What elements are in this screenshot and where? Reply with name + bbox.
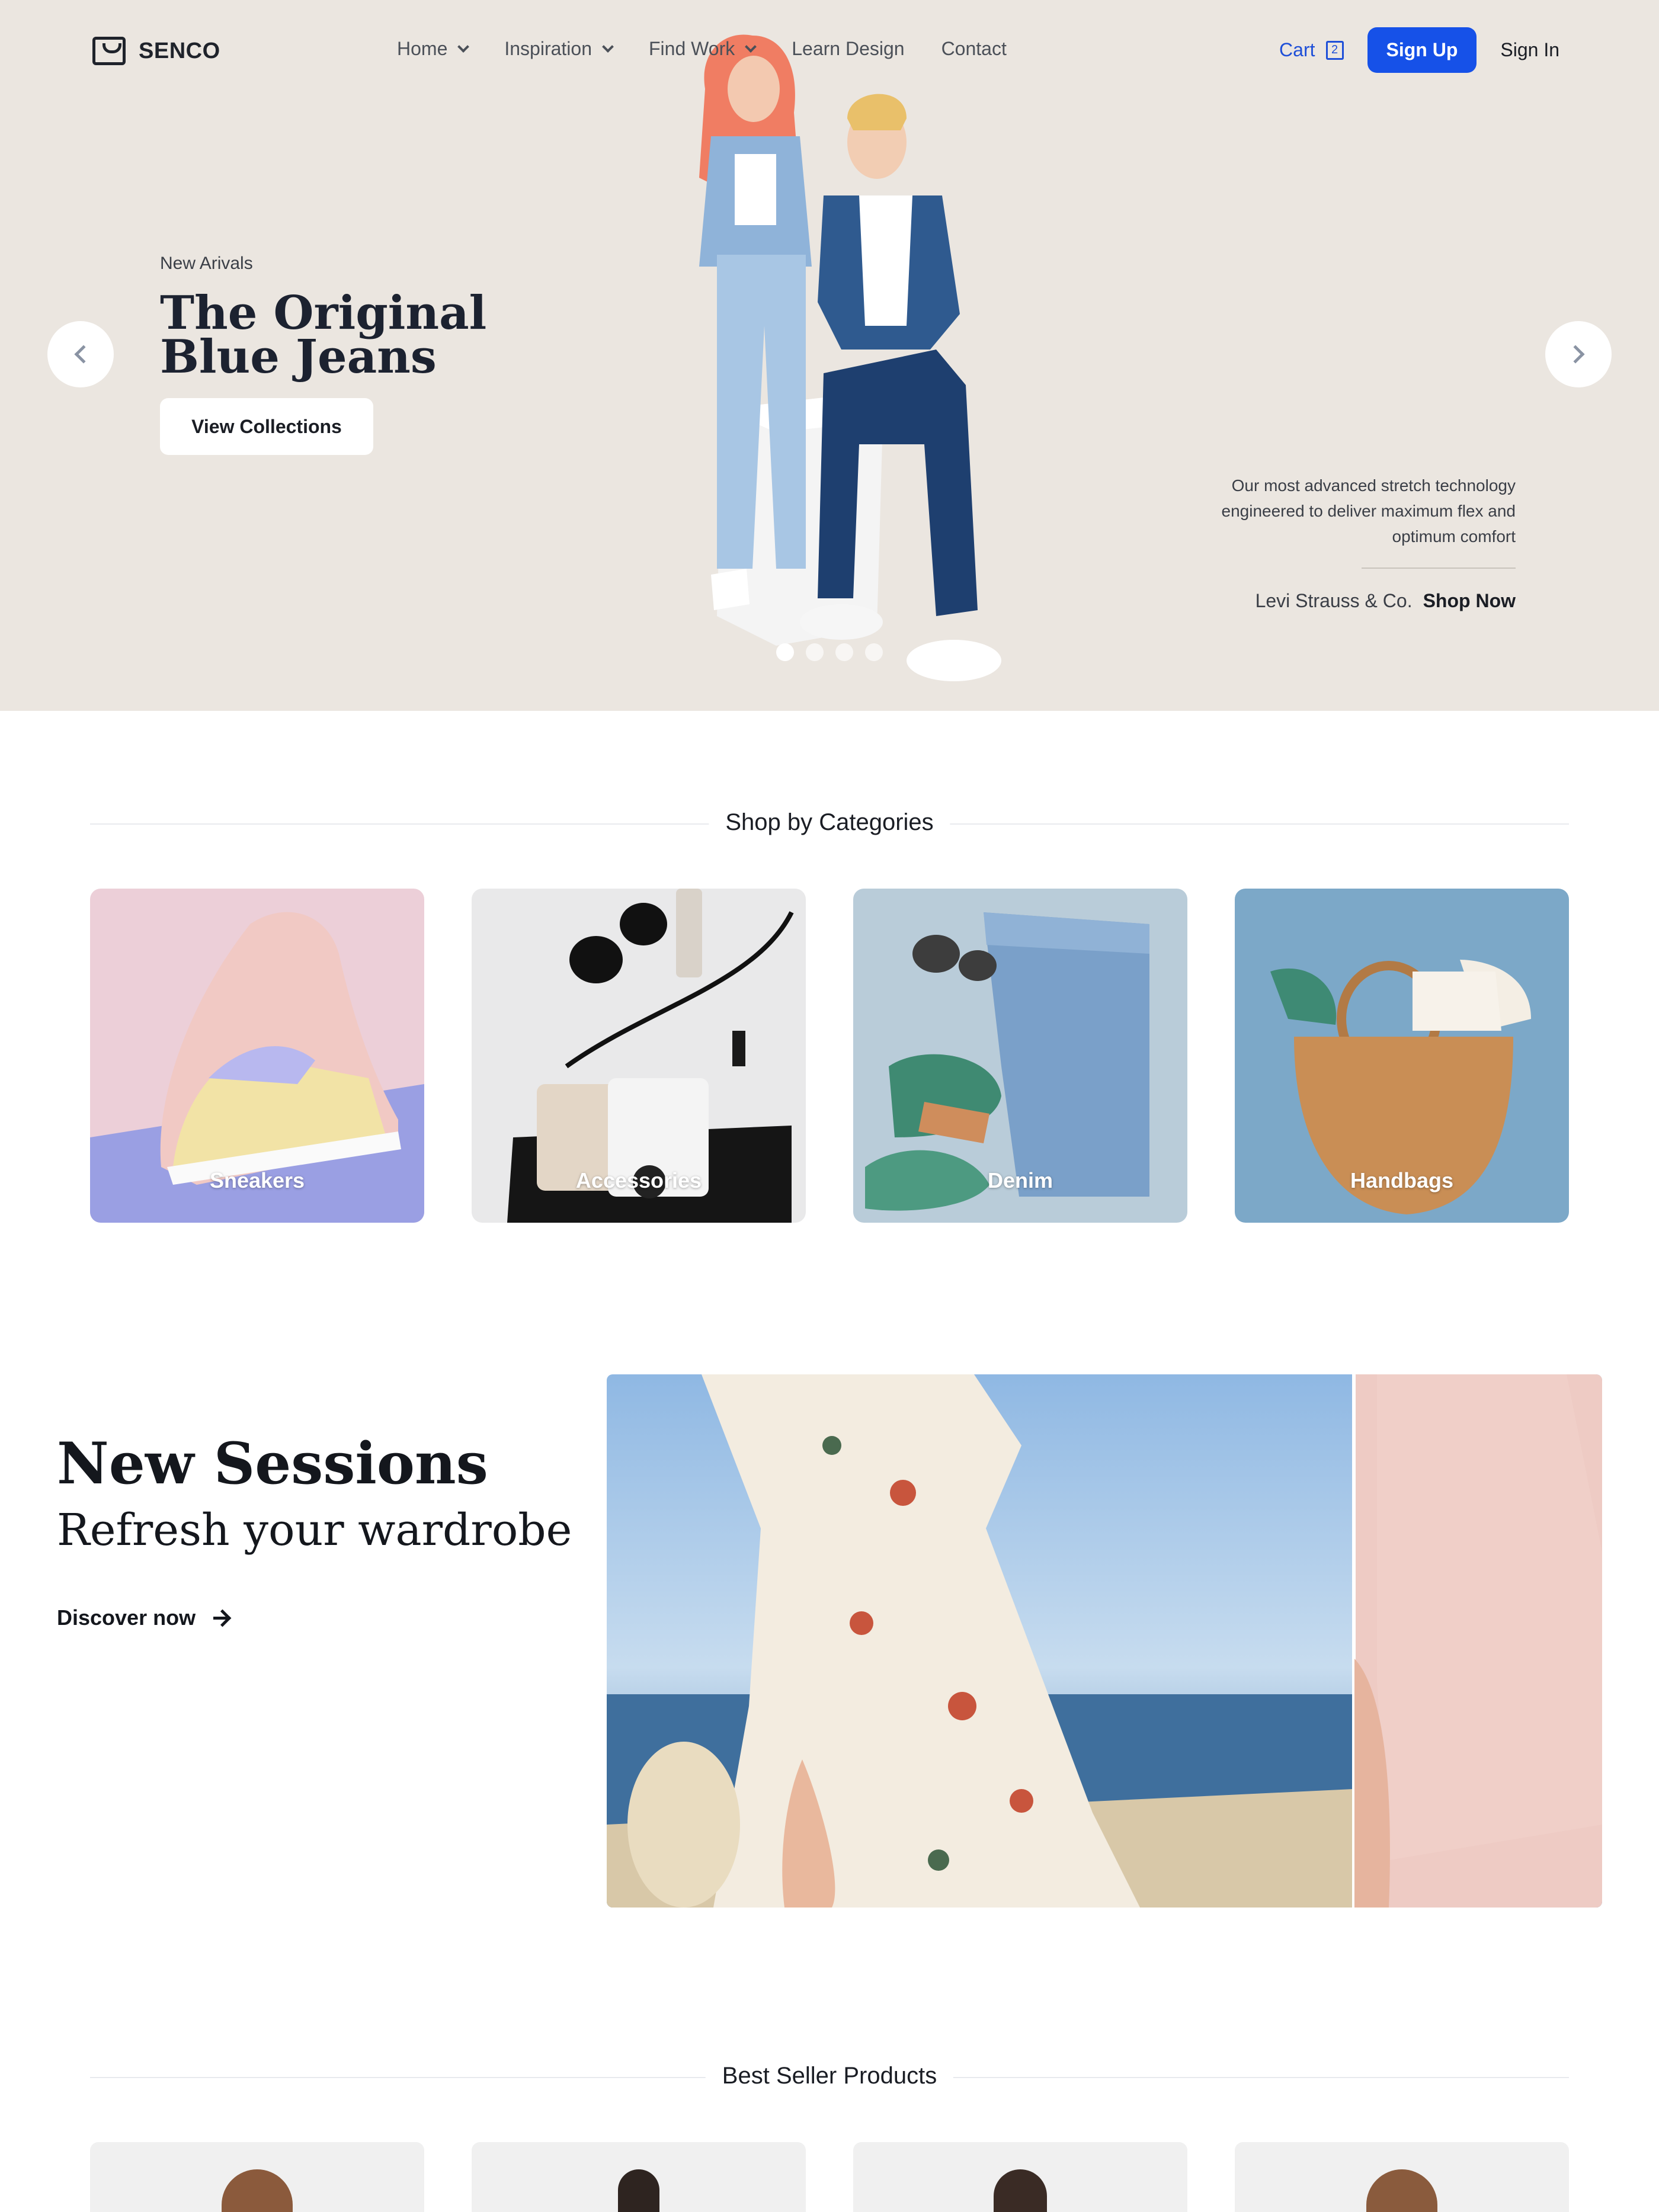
discover-now-label: Discover now bbox=[57, 1605, 196, 1630]
shopping-bag-icon bbox=[92, 37, 126, 65]
category-label: Accessories bbox=[575, 1168, 702, 1192]
new-sessions-title: New Sessions bbox=[57, 1430, 488, 1497]
product-image bbox=[1366, 2169, 1437, 2212]
product-card[interactable] bbox=[853, 2142, 1187, 2212]
hero-models-image bbox=[699, 34, 1001, 681]
brand-name: SENCO bbox=[139, 38, 220, 63]
chevron-right-icon bbox=[1566, 345, 1585, 364]
best-sellers-title: Best Seller Products bbox=[705, 2063, 954, 2089]
top-navbar: SENCO Home Inspiration Find Work Learn D… bbox=[0, 0, 1659, 104]
carousel-dot[interactable] bbox=[865, 643, 883, 661]
category-card-handbags[interactable]: Handbags bbox=[1235, 889, 1569, 1223]
product-card[interactable] bbox=[90, 2142, 424, 2212]
cart-count-badge: 2 bbox=[1325, 40, 1344, 60]
carousel-dots bbox=[776, 643, 883, 661]
brand-logo[interactable]: SENCO bbox=[92, 37, 220, 65]
menu-item-inspiration[interactable]: Inspiration bbox=[504, 38, 614, 60]
product-card[interactable] bbox=[1235, 2142, 1569, 2212]
chevron-down-icon bbox=[457, 40, 470, 53]
menu-item-label: Learn Design bbox=[792, 38, 905, 59]
main-menu: Home Inspiration Find Work Learn Design … bbox=[397, 38, 1007, 60]
dresses-photo bbox=[607, 1374, 1602, 1908]
categories-heading: Shop by Categories bbox=[90, 806, 1569, 841]
new-sessions-image bbox=[607, 1374, 1602, 1908]
hero-divider bbox=[1362, 568, 1516, 569]
chevron-left-icon bbox=[74, 345, 93, 364]
nav-actions: Cart 2 Sign Up Sign In bbox=[1279, 27, 1559, 73]
carousel-dot[interactable] bbox=[806, 643, 824, 661]
menu-item-label: Inspiration bbox=[504, 38, 592, 59]
cart-label: Cart bbox=[1279, 39, 1315, 60]
best-seller-grid bbox=[90, 2142, 1569, 2212]
cart-button[interactable]: Cart 2 bbox=[1279, 39, 1344, 61]
discover-now-link[interactable]: Discover now bbox=[57, 1605, 230, 1630]
menu-item-learn-design[interactable]: Learn Design bbox=[792, 38, 904, 60]
chevron-down-icon bbox=[602, 40, 614, 53]
arrow-right-icon bbox=[213, 1610, 230, 1626]
menu-item-label: Home bbox=[397, 38, 448, 59]
hero-kicker: New Arivals bbox=[160, 254, 253, 273]
hero-title: The Original Blue Jeans bbox=[160, 286, 487, 384]
category-card-sneakers[interactable]: Sneakers bbox=[90, 889, 424, 1223]
category-label: Sneakers bbox=[209, 1168, 305, 1192]
menu-item-contact[interactable]: Contact bbox=[941, 38, 1007, 60]
carousel-dot[interactable] bbox=[776, 643, 794, 661]
best-sellers-heading: Best Seller Products bbox=[90, 2059, 1569, 2095]
menu-item-label: Contact bbox=[941, 38, 1007, 59]
category-label: Denim bbox=[987, 1168, 1053, 1192]
category-card-accessories[interactable]: Accessories bbox=[472, 889, 806, 1223]
menu-item-find-work[interactable]: Find Work bbox=[649, 38, 757, 60]
product-image bbox=[618, 2169, 659, 2212]
hero-description: Our most advanced stretch technology eng… bbox=[1221, 476, 1516, 546]
new-sessions-subtitle: Refresh your wardrobe bbox=[57, 1505, 572, 1556]
product-card[interactable] bbox=[472, 2142, 806, 2212]
product-image bbox=[994, 2169, 1047, 2212]
product-image bbox=[222, 2169, 293, 2212]
categories-title: Shop by Categories bbox=[709, 809, 950, 836]
category-label: Handbags bbox=[1350, 1168, 1454, 1192]
carousel-next-button[interactable] bbox=[1545, 321, 1612, 387]
sign-in-link[interactable]: Sign In bbox=[1500, 39, 1559, 61]
category-card-denim[interactable]: Denim bbox=[853, 889, 1187, 1223]
hero-brand-row: Levi Strauss & Co. Shop Now bbox=[1256, 590, 1516, 612]
carousel-dot[interactable] bbox=[835, 643, 853, 661]
chevron-down-icon bbox=[745, 40, 757, 53]
sign-up-button[interactable]: Sign Up bbox=[1367, 27, 1477, 73]
menu-item-label: Find Work bbox=[649, 38, 735, 59]
menu-item-home[interactable]: Home bbox=[397, 38, 470, 60]
view-collections-button[interactable]: View Collections bbox=[160, 398, 373, 455]
shop-now-link[interactable]: Shop Now bbox=[1423, 590, 1516, 612]
hero-banner: SENCO Home Inspiration Find Work Learn D… bbox=[0, 0, 1659, 711]
category-grid: Sneakers Accessories Denim Handbags bbox=[90, 889, 1569, 1223]
hero-brand-name: Levi Strauss & Co. bbox=[1255, 590, 1413, 611]
carousel-prev-button[interactable] bbox=[47, 321, 114, 387]
